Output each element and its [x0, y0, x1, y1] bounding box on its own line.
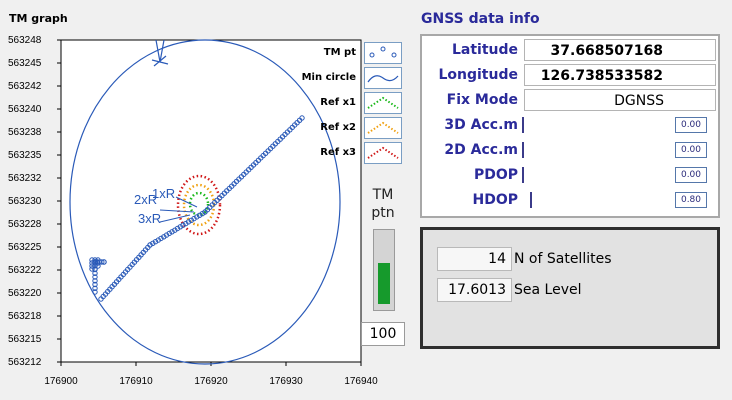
hdop-bar	[530, 192, 532, 208]
acc3d-label: 3D Acc.m	[444, 117, 518, 133]
ref-x3-icon[interactable]	[364, 142, 402, 164]
sea-level-value[interactable]: 17.6013	[437, 278, 512, 302]
acc3d-row: 3D Acc.m 0.00	[425, 114, 717, 138]
y-tick-label: 563225	[8, 242, 42, 253]
plot-area[interactable]	[60, 39, 362, 363]
ring-label-3xr: 3xR	[138, 211, 161, 226]
latitude-value[interactable]: 37.668507168	[524, 39, 716, 61]
x-tick-label: 176900	[44, 376, 78, 387]
hdop-row: HDOP 0.80	[425, 189, 717, 213]
y-axis: 563248 563245 563242 563240 563238 563235 5632…	[8, 35, 61, 368]
satellite-count-value[interactable]: 14	[437, 247, 512, 271]
sea-level-label: Sea Level	[514, 282, 582, 298]
tm-ptn-bar	[373, 229, 395, 311]
y-tick-label: 563242	[8, 81, 42, 92]
legend-label-tm-pt: TM pt	[323, 47, 356, 58]
x-tick-label: 176910	[119, 376, 153, 387]
y-tick-label: 563230	[8, 196, 42, 207]
acc3d-bar	[522, 117, 524, 133]
fix-mode-label: Fix Mode	[446, 92, 518, 108]
ref-x1-icon[interactable]	[364, 92, 402, 114]
tm-ptn-value[interactable]: 100	[361, 322, 405, 346]
plot-axes	[60, 39, 362, 363]
hdop-value[interactable]: 0.80	[675, 192, 707, 208]
y-tick-label: 563232	[8, 173, 42, 184]
y-tick-label: 563240	[8, 104, 42, 115]
satellite-count-label: N of Satellites	[514, 251, 612, 267]
legend-label-ref-x2: Ref x2	[320, 122, 356, 133]
legend-label-min-circle: Min circle	[301, 72, 356, 83]
tm-point-icon[interactable]	[364, 42, 402, 64]
legend-label-ref-x1: Ref x1	[320, 97, 356, 108]
y-tick-label: 563218	[8, 311, 42, 322]
acc2d-value[interactable]: 0.00	[675, 142, 707, 158]
hdop-label: HDOP	[472, 192, 519, 208]
y-tick-label: 563238	[8, 127, 42, 138]
y-tick-label: 563220	[8, 288, 42, 299]
x-tick-label: 176930	[269, 376, 303, 387]
latitude-label: Latitude	[451, 42, 518, 58]
x-tick-label: 176940	[344, 376, 378, 387]
tm-ptn-label-line2: ptn	[371, 205, 395, 221]
pdop-row: PDOP 0.00	[425, 164, 717, 188]
y-tick-label: 563222	[8, 265, 42, 276]
ring-label-2xr: 2xR	[134, 192, 157, 207]
y-tick-label: 563228	[8, 219, 42, 230]
fix-mode-value[interactable]: DGNSS	[524, 89, 716, 111]
min-circle-icon[interactable]	[364, 67, 402, 89]
pdop-value[interactable]: 0.00	[675, 167, 707, 183]
y-tick-label: 563245	[8, 58, 42, 69]
y-tick-label: 563212	[8, 357, 42, 368]
y-tick-label: 563215	[8, 334, 42, 345]
x-tick-label: 176920	[194, 376, 228, 387]
x-axis: 176900 176910 176920 176930 176940	[44, 362, 378, 387]
longitude-value[interactable]: 126.738533582	[524, 64, 716, 86]
tm-ptn-label: TM ptn	[364, 186, 402, 222]
satellite-panel: 14 N of Satellites 17.6013 Sea Level	[420, 227, 720, 349]
ref-x2-icon[interactable]	[364, 117, 402, 139]
tm-graph-plot[interactable]: 563248 563245 563242 563240 563238 563235 5632…	[0, 0, 420, 400]
pdop-bar	[522, 167, 524, 183]
y-tick-label: 563248	[8, 35, 42, 46]
tm-ptn-label-line1: TM	[372, 187, 394, 203]
acc2d-bar	[522, 142, 524, 158]
tm-ptn-fill	[378, 263, 390, 304]
legend-label-ref-x3: Ref x3	[320, 147, 356, 158]
pdop-label: PDOP	[473, 167, 518, 183]
longitude-label: Longitude	[438, 67, 518, 83]
gnss-title: GNSS data info	[421, 11, 540, 27]
y-tick-label: 563235	[8, 150, 42, 161]
acc2d-row: 2D Acc.m 0.00	[425, 139, 717, 163]
acc2d-label: 2D Acc.m	[444, 142, 518, 158]
acc3d-value[interactable]: 0.00	[675, 117, 707, 133]
